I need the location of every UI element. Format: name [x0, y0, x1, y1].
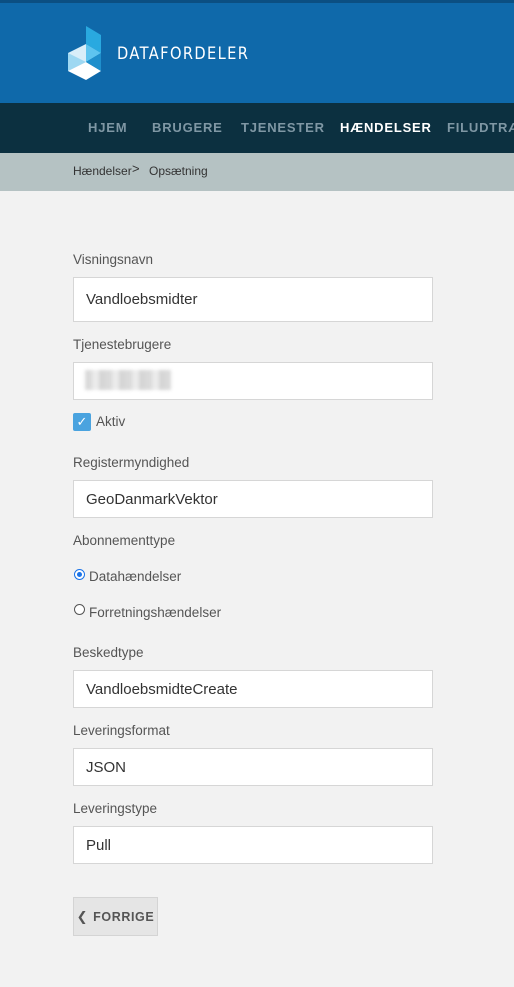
- authority-field[interactable]: GeoDanmarkVektor: [73, 480, 433, 518]
- back-button[interactable]: ❮ FORRIGE: [73, 897, 158, 936]
- subscription-type-label: Abonnementtype: [73, 533, 176, 548]
- delivery-type-field[interactable]: Pull: [73, 826, 433, 864]
- message-type-label: Beskedtype: [73, 645, 144, 660]
- delivery-type-value: Pull: [86, 836, 112, 854]
- active-label: Aktiv: [96, 414, 126, 429]
- display-name-value: Vandloebsmidter: [86, 291, 198, 308]
- chevron-left-icon: ❮: [76, 908, 89, 924]
- nav-item-haendelser[interactable]: HÆNDELSER: [340, 120, 432, 135]
- breadcrumb: Hændelser > Opsætning: [0, 153, 514, 191]
- delivery-format-label: Leveringsformat: [73, 723, 170, 738]
- radio-forretningshaendelser-label: Forretningshændelser: [89, 605, 222, 620]
- nav-item-filudtraek[interactable]: FILUDTRÆK: [447, 120, 514, 135]
- main-nav: HJEM BRUGERE TJENESTER HÆNDELSER FILUDTR…: [0, 103, 514, 153]
- datafordeler-logo-icon[interactable]: [66, 24, 106, 84]
- delivery-type-label: Leveringstype: [73, 801, 158, 816]
- service-users-label: Tjenestebrugere: [73, 337, 172, 352]
- authority-label: Registermyndighed: [73, 455, 190, 470]
- header: DATAFORDELER: [0, 0, 514, 103]
- brand-name: DATAFORDELER: [117, 44, 250, 64]
- delivery-format-value: JSON: [86, 758, 127, 776]
- breadcrumb-item-opsaetning: Opsætning: [149, 164, 208, 178]
- nav-item-brugere[interactable]: BRUGERE: [152, 120, 223, 135]
- back-button-label: FORRIGE: [93, 909, 155, 924]
- active-checkbox[interactable]: ✓: [73, 413, 91, 431]
- breadcrumb-item-haendelser[interactable]: Hændelser: [73, 164, 132, 178]
- display-name-field[interactable]: Vandloebsmidter: [73, 277, 433, 322]
- nav-item-tjenester[interactable]: TJENESTER: [241, 120, 325, 135]
- authority-value: GeoDanmarkVektor: [86, 490, 218, 508]
- delivery-format-field[interactable]: JSON: [73, 748, 433, 786]
- message-type-field[interactable]: VandloebsmidteCreate: [73, 670, 433, 708]
- redacted-value: [85, 370, 171, 390]
- message-type-value: VandloebsmidteCreate: [86, 680, 238, 698]
- radio-datahaendelser-label: Datahændelser: [89, 569, 182, 584]
- checkmark-icon: ✓: [76, 414, 88, 429]
- radio-forretningshaendelser[interactable]: [74, 604, 85, 615]
- display-name-label: Visningsnavn: [73, 252, 154, 267]
- radio-datahaendelser[interactable]: [74, 569, 85, 580]
- nav-item-hjem[interactable]: HJEM: [88, 120, 127, 135]
- breadcrumb-separator: >: [132, 161, 140, 176]
